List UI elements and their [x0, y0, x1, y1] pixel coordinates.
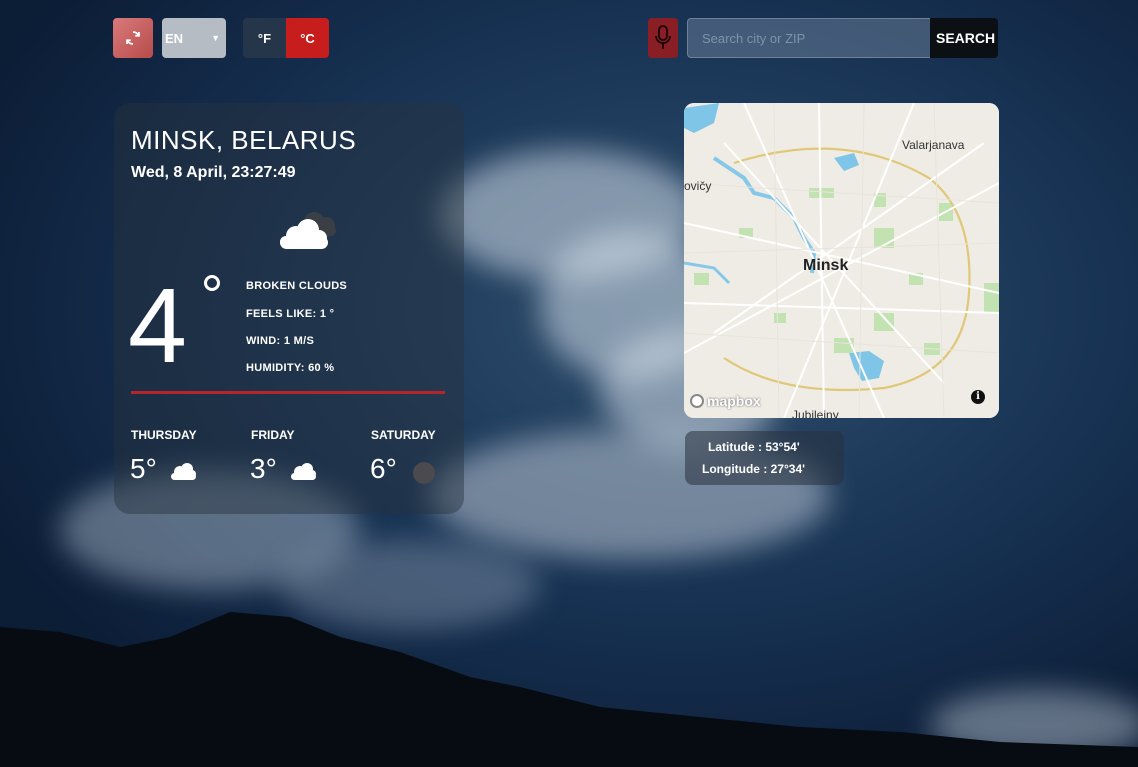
forecast-day-3: SATURDAY	[371, 428, 436, 442]
language-value: EN	[165, 30, 184, 46]
search-button[interactable]: SEARCH	[930, 18, 998, 58]
divider-line	[131, 391, 445, 394]
feels-like: FEELS LIKE: 1 °	[246, 308, 335, 320]
current-temperature: 4	[128, 267, 187, 385]
hills-silhouette	[0, 612, 1138, 767]
mapbox-wordmark: mapbox	[707, 393, 761, 409]
microphone-icon	[655, 25, 671, 49]
refresh-icon	[126, 31, 140, 45]
longitude-text: Longitude : 27°34'	[702, 462, 805, 476]
fahrenheit-button[interactable]: °F	[243, 18, 286, 58]
current-weather-card: MINSK, BELARUS Wed, 8 April, 23:27:49 4 …	[114, 103, 464, 514]
coordinates-panel: Latitude : 53°54' Longitude : 27°34'	[685, 431, 844, 485]
forecast-temp-2: 3°	[250, 453, 277, 484]
celsius-button[interactable]: °C	[286, 18, 329, 58]
overcast-icon	[413, 462, 435, 484]
mapbox-icon	[690, 394, 704, 408]
mapbox-logo[interactable]: mapbox	[690, 393, 761, 409]
info-icon[interactable]: i	[971, 390, 985, 404]
forecast-day-2: FRIDAY	[251, 428, 295, 442]
map-label-ovicy: ovičy	[684, 179, 712, 193]
broken-clouds-icon	[280, 212, 336, 249]
voice-search-button[interactable]	[648, 18, 678, 58]
humidity: HUMIDITY: 60 %	[246, 362, 335, 374]
forecast-day-1: THURSDAY	[131, 428, 197, 442]
search-input[interactable]	[687, 18, 931, 58]
forecast-temp-3: 6°	[370, 453, 397, 484]
map-label-valarjanava: Valarjanava	[902, 138, 965, 152]
unit-toggle: °F °C	[243, 18, 329, 58]
current-datetime: Wed, 8 April, 23:27:49	[131, 164, 296, 181]
map-city-label: Minsk	[803, 257, 849, 274]
weather-condition: BROKEN CLOUDS	[246, 280, 348, 292]
chevron-down-icon: ▼	[211, 33, 220, 43]
forecast-temp-1: 5°	[130, 453, 157, 484]
map-label-jubilejny: Jubilejny	[792, 408, 839, 418]
refresh-background-button[interactable]	[113, 18, 153, 58]
wind-speed: WIND: 1 M/S	[246, 335, 315, 347]
city-name: MINSK, BELARUS	[131, 125, 357, 155]
language-select[interactable]: EN ▼	[162, 18, 226, 58]
cloud-icon	[291, 463, 316, 480]
latitude-text: Latitude : 53°54'	[708, 440, 800, 454]
city-map[interactable]: Valarjanava ovičy Jubilejny Minsk mapbox…	[684, 103, 999, 418]
degree-symbol	[204, 275, 220, 291]
cloud-icon	[171, 463, 196, 480]
